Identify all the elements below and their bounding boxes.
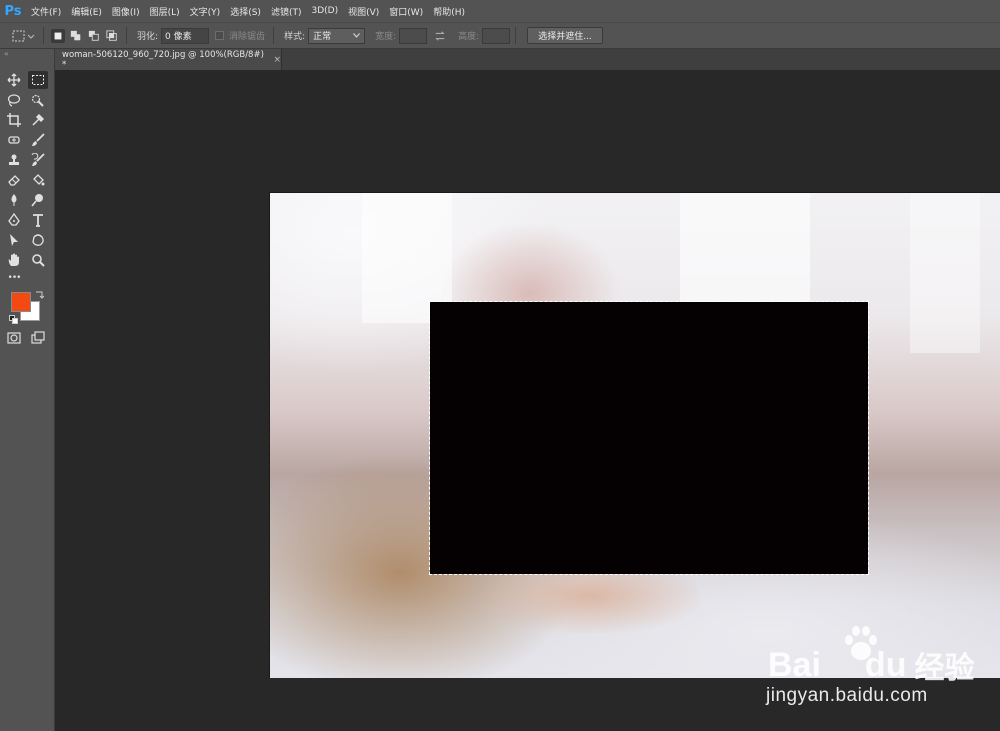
subtract-selection-button[interactable]	[87, 29, 101, 43]
menu-type[interactable]: 文字(Y)	[185, 5, 226, 18]
feather-input[interactable]: 0 像素	[161, 27, 210, 44]
swap-colors-icon[interactable]	[35, 290, 45, 302]
baidu-jingyan-watermark: Bai du 经验 jingyan.baidu.com	[748, 615, 988, 725]
rectangular-marquee-tool-icon[interactable]	[28, 71, 48, 89]
move-tool-icon[interactable]	[4, 71, 24, 89]
style-label: 样式:	[284, 32, 306, 42]
menu-help[interactable]: 帮助(H)	[428, 5, 470, 18]
spot-healing-tool-icon[interactable]	[4, 131, 24, 149]
foreground-color-swatch[interactable]	[11, 292, 31, 312]
eraser-tool-icon[interactable]	[4, 171, 24, 189]
quick-mask-icon[interactable]	[4, 329, 24, 347]
height-label: 高度:	[458, 32, 480, 42]
menu-edit[interactable]: 编辑(E)	[66, 5, 107, 18]
menu-view[interactable]: 视图(V)	[343, 5, 384, 18]
window-light	[910, 193, 980, 353]
document-image[interactable]	[269, 192, 1000, 678]
options-separator	[273, 27, 275, 44]
intersect-selection-icon	[106, 29, 117, 41]
screen-mode-icon[interactable]	[28, 329, 48, 347]
subtract-selection-icon	[88, 30, 99, 41]
custom-shape-tool-icon[interactable]	[28, 231, 48, 249]
add-selection-button[interactable]	[69, 29, 83, 43]
default-colors-icon[interactable]	[9, 315, 18, 327]
window-light	[680, 193, 810, 303]
jingyan-logo-text: 经验	[914, 651, 975, 686]
lasso-tool-icon[interactable]	[4, 91, 24, 109]
swap-dimensions-button[interactable]	[433, 29, 447, 43]
menu-image[interactable]: 图像(I)	[107, 5, 145, 18]
baidu-logo-latin: Bai	[768, 645, 821, 684]
menu-layer[interactable]: 图层(L)	[145, 5, 185, 18]
options-separator	[43, 27, 44, 44]
more-tools-icon[interactable]: •••	[4, 269, 24, 287]
select-and-mask-button[interactable]: 选择并遮住...	[527, 27, 603, 44]
hand-in-photo	[480, 571, 700, 633]
paw-icon	[845, 626, 877, 660]
menu-select[interactable]: 选择(S)	[225, 5, 266, 18]
close-icon[interactable]: ×	[273, 55, 281, 65]
tools-panel: ‹‹ •••	[0, 49, 55, 731]
menu-bar: Ps 文件(F) 编辑(E) 图像(I) 图层(L) 文字(Y) 选择(S) 滤…	[0, 0, 1000, 22]
eyedropper-tool-icon[interactable]	[28, 111, 48, 129]
menu-3d[interactable]: 3D(D)	[306, 6, 343, 16]
document-tab-title: woman-506120_960_720.jpg @ 100%(RGB/8#) …	[62, 49, 264, 70]
antialias-label: 消除锯齿	[229, 32, 266, 42]
add-selection-icon	[70, 30, 81, 40]
menu-file[interactable]: 文件(F)	[26, 5, 66, 18]
path-selection-tool-icon[interactable]	[4, 231, 24, 249]
photoshop-logo: Ps	[4, 3, 22, 19]
marquee-preset-icon	[12, 30, 35, 41]
quick-selection-tool-icon[interactable]	[28, 91, 48, 109]
options-bar: 羽化: 0 像素 消除锯齿 样式: 正常 宽度: 高度: 选择并遮住...	[0, 22, 1000, 49]
collapse-panel-icon[interactable]: ‹‹	[4, 50, 9, 58]
tool-preset-picker[interactable]	[12, 29, 36, 43]
document-tab[interactable]: woman-506120_960_720.jpg @ 100%(RGB/8#) …	[55, 49, 282, 70]
clone-stamp-tool-icon[interactable]	[4, 151, 24, 169]
width-label: 宽度:	[375, 32, 397, 42]
pen-tool-icon[interactable]	[4, 211, 24, 229]
width-input[interactable]	[399, 27, 428, 44]
hand-tool-icon[interactable]	[4, 251, 24, 269]
filled-selection-rectangle[interactable]	[429, 301, 869, 575]
options-separator	[126, 27, 127, 44]
menu-filter[interactable]: 滤镜(T)	[266, 5, 307, 18]
watermark-url: jingyan.baidu.com	[766, 685, 928, 706]
intersect-selection-button[interactable]	[105, 29, 119, 43]
zoom-tool-icon[interactable]	[28, 251, 48, 269]
history-brush-tool-icon[interactable]	[28, 151, 48, 169]
style-select[interactable]: 正常	[308, 27, 366, 44]
height-input[interactable]	[482, 27, 511, 44]
crop-tool-icon[interactable]	[4, 111, 24, 129]
swap-arrows-icon	[435, 30, 445, 41]
dodge-tool-icon[interactable]	[28, 191, 48, 209]
type-tool-icon[interactable]	[28, 211, 48, 229]
new-selection-button[interactable]	[51, 28, 65, 43]
blur-tool-icon[interactable]	[4, 191, 24, 209]
paint-bucket-tool-icon[interactable]	[28, 171, 48, 189]
antialias-checkbox[interactable]	[215, 31, 225, 40]
brush-tool-icon[interactable]	[28, 131, 48, 149]
chevron-down-icon	[353, 33, 360, 38]
style-select-value: 正常	[313, 32, 332, 42]
options-separator	[515, 27, 517, 44]
new-selection-icon	[54, 32, 62, 39]
menu-window[interactable]: 窗口(W)	[384, 5, 428, 18]
document-tab-strip: woman-506120_960_720.jpg @ 100%(RGB/8#) …	[55, 49, 1000, 70]
feather-label: 羽化:	[137, 32, 159, 42]
